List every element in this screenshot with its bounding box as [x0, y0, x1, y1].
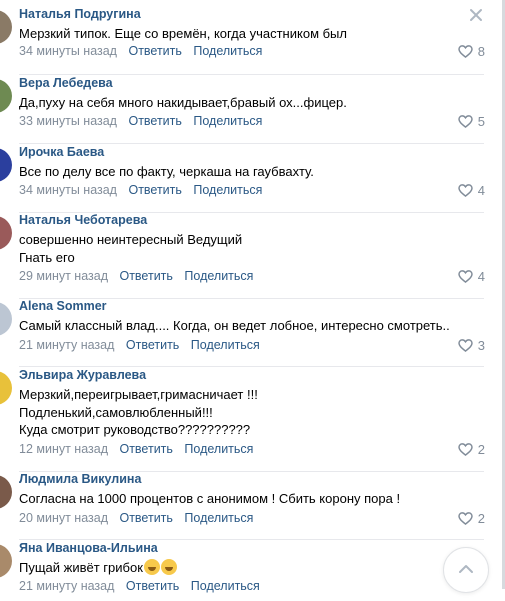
comment-item: Ирочка Баева Все по делу все по факту, ч… [0, 145, 491, 213]
like-button[interactable]: 4 [458, 183, 485, 198]
comment-meta: 29 минут назад Ответить Поделиться [19, 269, 261, 283]
avatar[interactable] [0, 79, 12, 113]
avatar[interactable] [0, 371, 12, 405]
like-button[interactable]: 2 [458, 511, 485, 526]
like-count: 4 [477, 183, 485, 198]
share-link[interactable]: Поделиться [184, 269, 253, 283]
comment-time[interactable]: 33 минуты назад [19, 114, 117, 128]
comment-item: Эльвира Журавлева Мерзкий,переигрывает,г… [0, 368, 491, 472]
avatar[interactable] [0, 216, 12, 250]
share-link[interactable]: Поделиться [184, 511, 253, 525]
reply-link[interactable]: Ответить [126, 338, 179, 352]
comment-text: Согласна на 1000 процентов с анонимом ! … [19, 491, 401, 506]
comment-time[interactable]: 34 минуты назад [19, 44, 117, 58]
comment-meta: 33 минуты назад Ответить Поделиться [19, 114, 270, 128]
heart-icon [458, 115, 473, 128]
heart-icon [458, 184, 473, 197]
like-count: 3 [477, 338, 485, 353]
comment-item: Яна Иванцова-Ильина Пущай живёт грибок 2… [0, 541, 491, 601]
comment-item: Alena Sommer Самый классный влад.... Ког… [0, 299, 491, 367]
comment-text: Мерзкий,переигрывает,гримасничает !!! По… [19, 387, 258, 437]
reply-link[interactable]: Ответить [128, 114, 181, 128]
like-count: 8 [477, 44, 485, 59]
comment-author[interactable]: Вера Лебедева [19, 76, 113, 90]
like-count: 2 [477, 511, 485, 526]
avatar[interactable] [0, 148, 12, 182]
heart-icon [458, 512, 473, 525]
divider [19, 74, 484, 75]
reply-link[interactable]: Ответить [128, 183, 181, 197]
like-button[interactable]: 4 [458, 269, 485, 284]
comment-time[interactable]: 29 минут назад [19, 269, 108, 283]
divider [19, 366, 484, 367]
emoji-icon [143, 559, 160, 575]
emoji-icon [160, 559, 177, 575]
comment-time[interactable]: 21 минуту назад [19, 338, 114, 352]
share-link[interactable]: Поделиться [193, 44, 262, 58]
comment-text: Все по делу все по факту, черкаша на гау… [19, 164, 314, 179]
comment-text: Самый классный влад.... Когда, он ведет … [19, 318, 450, 333]
comment-item: Наталья Подругина Мерзкий типок. Еще со … [0, 7, 491, 75]
heart-icon [458, 270, 473, 283]
comment-author[interactable]: Наталья Подругина [19, 7, 141, 21]
comment-author[interactable]: Наталья Чеботарева [19, 213, 147, 227]
comment-time[interactable]: 12 минут назад [19, 442, 108, 456]
comment-item: Наталья Чеботарева совершенно неинтересн… [0, 213, 491, 299]
comment-author[interactable]: Людмила Викулина [19, 472, 141, 486]
reply-link[interactable]: Ответить [128, 44, 181, 58]
comment-text: Да,пуху на себя много накидывает,бравый … [19, 95, 347, 110]
scroll-up-button[interactable] [443, 547, 489, 593]
comment-meta: 34 минуты назад Ответить Поделиться [19, 44, 270, 58]
comment-item: Вера Лебедева Да,пуху на себя много наки… [0, 76, 491, 144]
share-link[interactable]: Поделиться [193, 183, 262, 197]
comment-text: совершенно неинтересный Ведущий Гнать ег… [19, 232, 243, 265]
like-button[interactable]: 2 [458, 442, 485, 457]
heart-icon [458, 339, 473, 352]
comment-time[interactable]: 20 минут назад [19, 511, 108, 525]
comment-meta: 21 минуту назад Ответить Поделиться [19, 338, 268, 352]
comment-text: Пущай живёт грибок [19, 559, 471, 577]
comment-meta: 12 минут назад Ответить Поделиться [19, 442, 261, 456]
like-count: 2 [477, 442, 485, 457]
comment-time[interactable]: 21 минуту назад [19, 579, 114, 593]
comment-time[interactable]: 34 минуты назад [19, 183, 117, 197]
divider [19, 143, 484, 144]
reply-link[interactable]: Ответить [119, 442, 172, 456]
avatar[interactable] [0, 544, 12, 578]
divider [19, 539, 484, 540]
reply-link[interactable]: Ответить [119, 511, 172, 525]
like-count: 4 [477, 269, 485, 284]
share-link[interactable]: Поделиться [184, 442, 253, 456]
heart-icon [458, 45, 473, 58]
comment-author[interactable]: Эльвира Журавлева [19, 368, 146, 382]
reply-link[interactable]: Ответить [119, 269, 172, 283]
avatar[interactable] [0, 10, 12, 44]
like-button[interactable]: 5 [458, 114, 485, 129]
reply-link[interactable]: Ответить [126, 579, 179, 593]
share-link[interactable]: Поделиться [191, 338, 260, 352]
like-button[interactable]: 3 [458, 338, 485, 353]
close-icon[interactable] [468, 7, 484, 23]
chevron-up-icon [459, 565, 473, 573]
share-link[interactable]: Поделиться [191, 579, 260, 593]
avatar[interactable] [0, 302, 12, 336]
comment-meta: 34 минуты назад Ответить Поделиться [19, 183, 270, 197]
comment-author[interactable]: Alena Sommer [19, 299, 107, 313]
comment-text: Мерзкий типок. Еще со времён, когда учас… [19, 26, 347, 41]
comment-item: Людмила Викулина Согласна на 1000 процен… [0, 472, 491, 540]
comment-author[interactable]: Ирочка Баева [19, 145, 104, 159]
like-button[interactable]: 8 [458, 44, 485, 59]
like-count: 5 [477, 114, 485, 129]
avatar[interactable] [0, 475, 12, 509]
comment-meta: 20 минут назад Ответить Поделиться [19, 511, 261, 525]
share-link[interactable]: Поделиться [193, 114, 262, 128]
comment-author[interactable]: Яна Иванцова-Ильина [19, 541, 158, 555]
heart-icon [458, 443, 473, 456]
comment-meta: 21 минуту назад Ответить Поделиться [19, 579, 268, 593]
